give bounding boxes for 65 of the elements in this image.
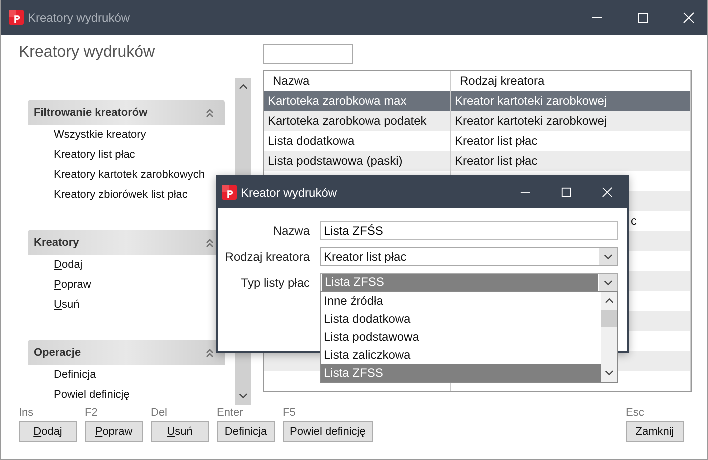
table-cell: Lista dodatkowa (268, 134, 355, 148)
shortcut-label: F2 (85, 407, 98, 419)
dialog-title: Kreator wydruków (241, 186, 338, 200)
collapse-icon[interactable] (205, 238, 215, 248)
sidebar-item[interactable]: Kreatory zbiorówek list płac (54, 185, 188, 205)
table-cell: Kartoteka zarobkowa max (268, 94, 407, 108)
field-label: Rodzaj kreatora (225, 250, 310, 264)
table-cell: c (631, 214, 637, 228)
scroll-down-icon[interactable] (604, 370, 614, 376)
maximize-icon[interactable] (561, 187, 572, 198)
action-button[interactable]: Usuń (151, 421, 209, 442)
table-cell: Kreator list płac (455, 134, 538, 148)
sidebar-item[interactable]: Definicja (54, 365, 96, 385)
field-label: Nazwa (273, 224, 310, 238)
scrollbar[interactable] (601, 292, 617, 382)
action-button[interactable]: Popraw (85, 421, 143, 442)
type-dropdown[interactable]: Lista ZFSS (320, 273, 618, 292)
scroll-thumb[interactable] (601, 310, 617, 327)
sidebar-item[interactable]: Kreatory list płac (54, 145, 136, 165)
sidebar-item[interactable]: Kreatory kartotek zarobkowych (54, 165, 206, 185)
table-cell: Kartoteka zarobkowa podatek (268, 114, 427, 128)
collapse-icon[interactable] (205, 348, 215, 358)
app-logo-icon (222, 185, 237, 200)
group-title: Kreatory (34, 236, 80, 248)
sidebar-item[interactable]: Dodaj (54, 255, 83, 275)
action-button[interactable]: Powiel definicję (283, 421, 373, 442)
maximize-icon[interactable] (637, 12, 649, 24)
sidebar-item[interactable]: Usuń (54, 295, 80, 315)
dropdown-option[interactable]: Lista dodatkowa (321, 310, 601, 328)
group-title: Filtrowanie kreatorów (34, 106, 148, 118)
group-header[interactable]: Filtrowanie kreatorów (28, 100, 225, 125)
window-title: Kreatory wydruków (28, 10, 130, 24)
dropdown-option[interactable]: Inne źródła (321, 292, 601, 310)
dropdown-option[interactable]: Lista podstawowa (321, 328, 601, 346)
action-button[interactable]: Definicja (217, 421, 275, 442)
dropdown-option[interactable]: Lista zaliczkowa (321, 346, 601, 364)
scroll-up-icon[interactable] (238, 84, 248, 90)
field-label: Typ listy płac (241, 276, 310, 290)
shortcut-label: Del (151, 407, 168, 419)
dropdown-option[interactable]: Lista ZFSS (321, 364, 601, 382)
sidebar-item[interactable]: Powiel definicję (54, 385, 130, 405)
shortcut-label: Enter (217, 407, 244, 419)
shortcut-label: Ins (19, 407, 34, 419)
table-cell: Lista podstawowa (paski) (268, 154, 403, 168)
shortcut-label: Esc (626, 407, 644, 419)
sidebar-item[interactable]: Wszystkie kreatory (54, 125, 146, 145)
close-icon[interactable] (683, 12, 695, 24)
close-icon[interactable] (602, 187, 613, 198)
collapse-icon[interactable] (205, 108, 215, 118)
sidebar-item[interactable]: Popraw (54, 275, 92, 295)
action-button[interactable]: Dodaj (19, 421, 77, 442)
shortcut-label: F5 (283, 407, 296, 419)
app-logo-icon (9, 10, 24, 25)
page-heading: Kreatory wydruków (19, 44, 156, 63)
table-cell: Kreator kartoteki zarobkowej (455, 114, 608, 128)
name-field[interactable]: Lista ZFŚS (320, 221, 618, 240)
scroll-up-icon[interactable] (604, 298, 614, 304)
search-field[interactable] (263, 44, 353, 64)
table-cell: Kreator list płac (455, 154, 538, 168)
close-button[interactable]: Zamknij (626, 421, 684, 442)
table-cell: Kreator kartoteki zarobkowej (455, 94, 608, 108)
creator-dropdown[interactable]: Kreator list płac (320, 247, 618, 266)
group-title: Operacje (34, 346, 82, 358)
scroll-down-icon[interactable] (238, 393, 248, 399)
group-header[interactable]: Operacje (28, 340, 225, 365)
